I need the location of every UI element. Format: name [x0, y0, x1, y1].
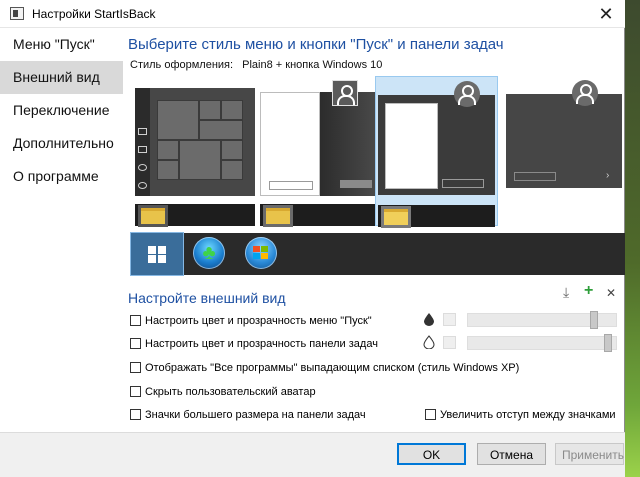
hide-avatar-checkbox[interactable]	[130, 386, 141, 397]
clover-orb-icon: ♣	[193, 237, 225, 269]
folder-icon	[381, 206, 411, 228]
user-icon	[138, 128, 147, 135]
title-bar: Настройки StartIsBack ✕	[0, 0, 625, 28]
menu-preview: ›	[506, 80, 622, 188]
drop-filled-icon	[424, 313, 434, 326]
cancel-button[interactable]: Отмена	[477, 443, 546, 465]
menu-color-swatch[interactable]	[443, 313, 456, 326]
all-programs-checkbox[interactable]	[130, 362, 141, 373]
customize-heading: Настройте внешний вид	[128, 290, 286, 306]
hide-avatar-label: Скрыть пользовательский аватар	[145, 386, 316, 398]
user-avatar-icon	[572, 80, 598, 106]
tile	[199, 100, 221, 120]
style-option-classic-light[interactable]	[260, 76, 382, 227]
option-icon-spacing[interactable]: Увеличить отступ между значками	[425, 407, 616, 423]
folder-icon	[138, 205, 168, 227]
tile	[157, 140, 179, 160]
option-menu-color[interactable]: Настроить цвет и прозрачность меню "Пуск…	[130, 313, 372, 329]
app-icon	[10, 7, 24, 20]
taskbar-color-label: Настроить цвет и прозрачность панели зад…	[145, 338, 378, 350]
start-button-strip: ♣	[130, 232, 625, 276]
program-list-preview	[385, 103, 438, 189]
documents-icon	[138, 146, 147, 153]
places-pane-preview	[320, 92, 378, 196]
large-icons-checkbox[interactable]	[130, 409, 141, 420]
page-title: Выберите стиль меню и кнопки "Пуск" и па…	[128, 36, 504, 53]
tile	[221, 160, 243, 180]
style-option-tiles-dark[interactable]	[135, 76, 257, 227]
user-avatar-icon	[454, 81, 480, 107]
power-icon	[138, 182, 147, 189]
menu-color-label: Настроить цвет и прозрачность меню "Пуск…	[145, 315, 372, 327]
taskbar-color-checkbox[interactable]	[130, 338, 141, 349]
option-large-icons[interactable]: Значки большего размера на панели задач	[130, 407, 366, 423]
sidebar-item-switching[interactable]: Переключение	[0, 94, 123, 127]
option-all-programs-dropdown[interactable]: Отображать "Все программы" выпадающим сп…	[130, 360, 519, 376]
taskbar-preview	[260, 204, 380, 227]
main-content: Выберите стиль меню и кнопки "Пуск" и па…	[123, 28, 625, 432]
menu-preview	[378, 81, 495, 199]
shutdown-button-preview	[340, 180, 372, 188]
windows-logo-icon	[148, 246, 166, 263]
tiles-preview	[135, 88, 255, 196]
tile	[221, 140, 243, 160]
menu-transparency-thumb[interactable]	[590, 311, 598, 329]
drop-outline-icon	[423, 335, 435, 349]
style-summary: Стиль оформления: Plain8 + кнопка Window…	[130, 59, 382, 71]
search-box-preview	[442, 179, 484, 188]
menu-frame-preview: ›	[506, 94, 622, 188]
taskbar-transparency-thumb[interactable]	[604, 334, 612, 352]
style-value: Plain8 + кнопка Windows 10	[242, 59, 383, 71]
menu-transparency-slider[interactable]	[467, 311, 617, 329]
start-button-option-windows7[interactable]	[235, 233, 287, 275]
taskbar-color-swatch[interactable]	[443, 336, 456, 349]
preview-rail	[135, 88, 150, 196]
arrow-right-icon: ›	[606, 170, 610, 181]
tile	[179, 140, 221, 180]
windows7-orb-icon	[245, 237, 277, 269]
menu-frame-preview	[378, 95, 495, 195]
icon-spacing-label: Увеличить отступ между значками	[440, 409, 616, 421]
sidebar-item-about[interactable]: О программе	[0, 160, 123, 193]
tile	[221, 100, 243, 120]
settings-window: Настройки StartIsBack ✕ Меню "Пуск" Внеш…	[0, 0, 625, 477]
sidebar-item-appearance[interactable]: Внешний вид	[0, 61, 123, 94]
all-programs-label: Отображать "Все программы" выпадающим сп…	[145, 362, 520, 374]
dialog-footer: OK Отмена Применить	[0, 432, 625, 477]
style-option-dark-square[interactable]: ›	[506, 76, 622, 226]
apply-button[interactable]: Применить	[555, 443, 624, 465]
tile	[157, 100, 199, 140]
ok-button[interactable]: OK	[397, 443, 466, 465]
style-label: Стиль оформления:	[130, 59, 234, 71]
search-box-preview	[269, 181, 313, 190]
close-icon[interactable]: ✕	[595, 3, 617, 25]
window-title: Настройки StartIsBack	[32, 7, 156, 21]
tile	[157, 160, 179, 180]
menu-color-checkbox[interactable]	[130, 315, 141, 326]
start-button-option-clover[interactable]: ♣	[183, 233, 235, 275]
taskbar-transparency-slider[interactable]	[467, 334, 617, 352]
program-list-preview	[260, 92, 320, 196]
tile	[199, 120, 243, 140]
sidebar-nav: Меню "Пуск" Внешний вид Переключение Доп…	[0, 28, 123, 432]
sidebar-item-advanced[interactable]: Дополнительно	[0, 127, 123, 160]
large-icons-label: Значки большего размера на панели задач	[145, 409, 366, 421]
option-taskbar-color[interactable]: Настроить цвет и прозрачность панели зад…	[130, 336, 378, 352]
sidebar-item-start-menu[interactable]: Меню "Пуск"	[0, 28, 123, 61]
icon-spacing-checkbox[interactable]	[425, 409, 436, 420]
menu-preview	[260, 80, 380, 196]
gear-icon	[138, 164, 147, 171]
menu-preview	[135, 88, 255, 196]
search-box-preview	[514, 172, 556, 181]
taskbar-preview	[378, 205, 495, 228]
taskbar-preview	[135, 204, 255, 227]
add-icon[interactable]: +	[584, 282, 593, 300]
remove-icon[interactable]: ✕	[606, 286, 616, 300]
start-button-option-windows10[interactable]	[130, 232, 184, 276]
option-hide-avatar[interactable]: Скрыть пользовательский аватар	[130, 384, 316, 400]
download-icon[interactable]: ⤓	[563, 284, 569, 301]
user-avatar-icon	[332, 80, 358, 106]
style-option-plain8[interactable]	[375, 76, 498, 228]
folder-icon	[263, 205, 293, 227]
